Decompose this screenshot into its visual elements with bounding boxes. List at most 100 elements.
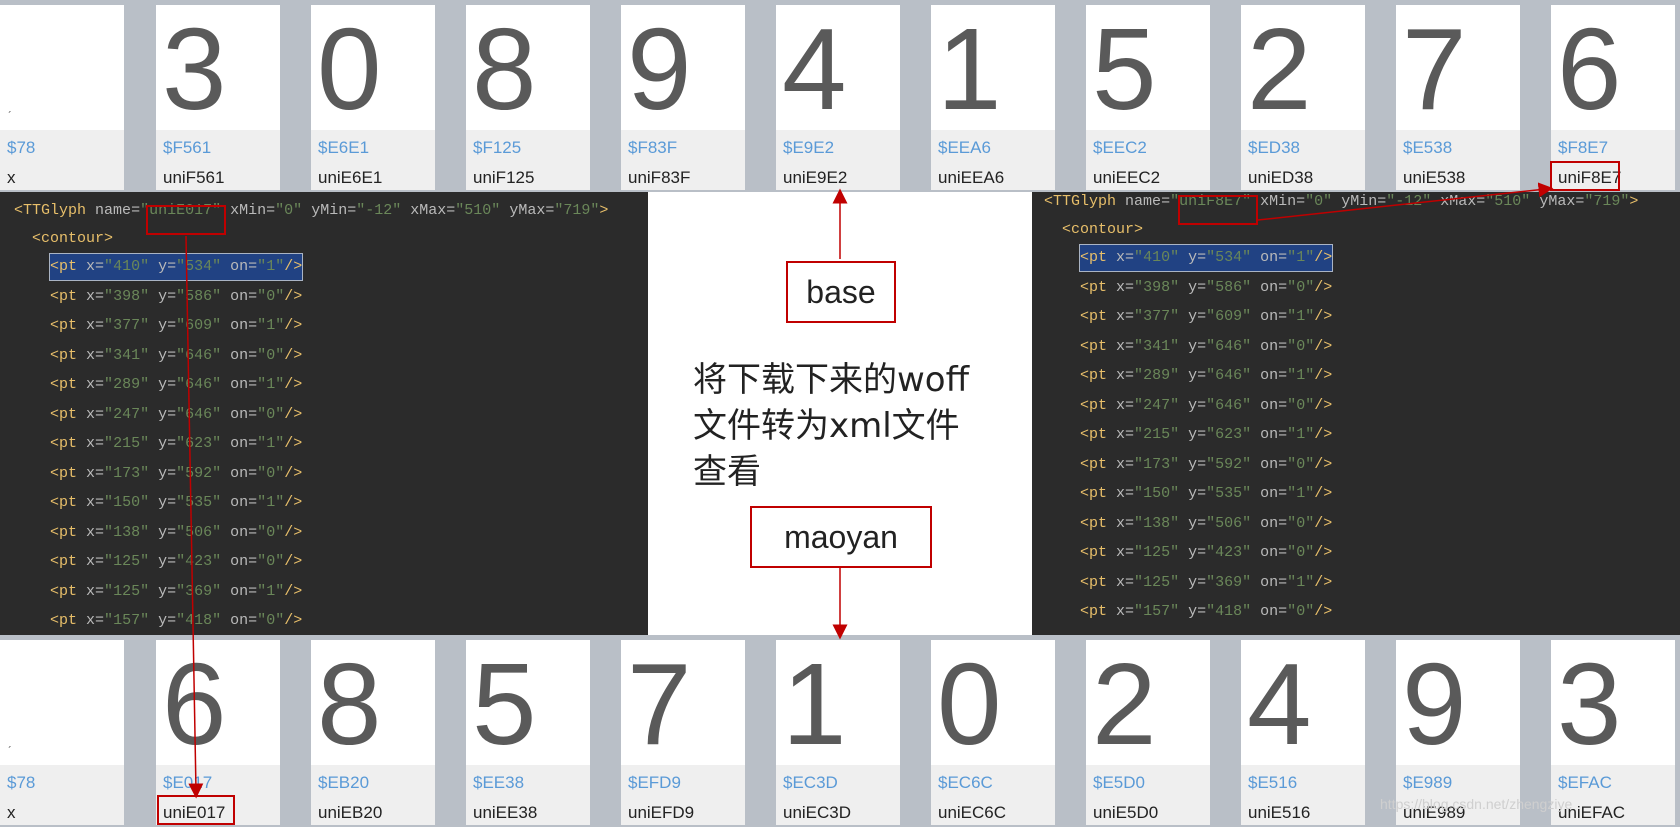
xml-pt-line[interactable]: <pt x="377" y="609" on="1"/> xyxy=(1080,304,1332,330)
xml-pt-value: 418 xyxy=(1215,603,1243,620)
xml-pt-line[interactable]: <pt x="247" y="646" on="0"/> xyxy=(1080,393,1332,419)
xml-pt-value: 0 xyxy=(1296,337,1306,355)
glyph-name: uniF125 xyxy=(473,168,535,187)
glyph-digit: 4 xyxy=(782,5,847,134)
xml-pt-value: 0 xyxy=(1296,396,1306,414)
xml-tag: pt xyxy=(59,582,78,600)
xml-pt-line[interactable]: <pt x="341" y="646" on="0"/> xyxy=(50,343,302,369)
glyph-digit: 3 xyxy=(1557,640,1622,769)
glyph-info: $EFAC uniEFAC xyxy=(1551,765,1675,825)
glyph-cell[interactable]: 1 $EEA6 uniEEA6 xyxy=(931,5,1055,190)
glyph-cell[interactable]: 1 $EC3D uniEC3D xyxy=(776,640,900,825)
xml-pt-value: 369 xyxy=(1215,573,1243,591)
xml-pt-value: 646 xyxy=(1215,396,1243,414)
xml-pt-value: 0 xyxy=(266,405,276,423)
xml-pt-line[interactable]: <pt x="173" y="592" on="0"/> xyxy=(1080,452,1332,478)
xml-pt-line[interactable]: <pt x="125" y="423" on="0"/> xyxy=(50,549,302,575)
glyph-cell[interactable]: 4 $E516 uniE516 xyxy=(1241,640,1365,825)
xml-pt-line[interactable]: <pt x="138" y="506" on="0"/> xyxy=(50,520,302,546)
xml-tag: pt xyxy=(1089,278,1108,296)
glyph-digit: 7 xyxy=(627,640,692,769)
xml-pt-value: 506 xyxy=(1215,514,1243,532)
xml-tag: pt xyxy=(1089,367,1108,384)
xml-pt-value: 125 xyxy=(1143,573,1171,591)
glyph-name: uniEC3D xyxy=(783,803,852,822)
glyph-digit: 7 xyxy=(1402,5,1467,134)
xml-pt-value: 1 xyxy=(266,582,276,600)
xml-tag: pt xyxy=(59,287,78,305)
glyph-cell[interactable]: 4 $E9E2 uniE9E2 xyxy=(776,5,900,190)
xml-pt-line[interactable]: <pt x="410" y="534" on="1"/> xyxy=(48,253,304,281)
glyph-cell[interactable]: 7 $E538 uniE538 xyxy=(1396,5,1520,190)
watermark: https://blog.csdn.net/zhengziye xyxy=(1380,796,1573,812)
glyph-cell[interactable]: 7 $EFD9 uniEFD9 xyxy=(621,640,745,825)
glyph-info: $E516 uniE516 xyxy=(1241,765,1365,825)
xml-pt-line[interactable]: <pt x="398" y="586" on="0"/> xyxy=(50,284,302,310)
xml-pt-line[interactable]: <pt x="125" y="369" on="1"/> xyxy=(1080,570,1332,596)
xml-pt-value: 157 xyxy=(1143,603,1171,620)
glyph-code: $78 xyxy=(7,773,36,792)
xml-pt-line[interactable]: <pt x="173" y="592" on="0"/> xyxy=(50,461,302,487)
glyph-cell[interactable]: 9 $F83F uniF83F xyxy=(621,5,745,190)
glyph-cell[interactable]: 2 $ED38 uniED38 xyxy=(1241,5,1365,190)
xml-pt-line[interactable]: <pt x="150" y="535" on="1"/> xyxy=(50,490,302,516)
xml-pt-line[interactable]: <pt x="150" y="535" on="1"/> xyxy=(1080,481,1332,507)
xml-pt-value: 1 xyxy=(1296,308,1306,325)
glyph-digit: 6 xyxy=(1557,5,1622,134)
xml-tag: TTGlyph xyxy=(23,202,87,219)
glyph-cell[interactable]: 5 $EE38 uniEE38 xyxy=(466,640,590,825)
glyph-digit: 3 xyxy=(162,5,227,134)
xml-contour-line: <contour> xyxy=(32,230,114,247)
xml-pt-value: 0 xyxy=(1296,603,1306,620)
xml-bound-value: -12 xyxy=(1395,193,1423,210)
glyph-cell[interactable]: 5 $EEC2 uniEEC2 xyxy=(1086,5,1210,190)
description-line: 查看 xyxy=(693,452,761,492)
xml-pt-line[interactable]: <pt x="125" y="369" on="1"/> xyxy=(50,579,302,605)
xml-pt-line[interactable]: <pt x="289" y="646" on="1"/> xyxy=(50,372,302,398)
xml-tag: pt xyxy=(1089,337,1108,355)
glyph-name: uniF561 xyxy=(163,168,225,187)
glyph-digit: 0 xyxy=(317,5,382,134)
xml-pt-line[interactable]: <pt x="157" y="418" on="0"/> xyxy=(1080,599,1332,625)
xml-pt-line[interactable]: <pt x="289" y="646" on="1"/> xyxy=(1080,363,1332,389)
xml-pt-value: 341 xyxy=(1143,337,1171,355)
xml-pt-line[interactable]: <pt x="215" y="623" on="1"/> xyxy=(1080,422,1332,448)
base-glyph-row: ˏ $78 x 3 $F561 uniF561 0 $E6E1 uniE6E1 8 $F125 uni… xyxy=(0,0,1680,192)
xml-pt-value: 398 xyxy=(1143,278,1171,296)
xml-bound-value: 510 xyxy=(464,202,492,219)
xml-pt-line[interactable]: <pt x="410" y="534" on="1"/> xyxy=(1078,244,1334,272)
glyph-cell[interactable]: 3 $F561 uniF561 xyxy=(156,5,280,190)
description-text: 将下载下来的woff 文件转为xml文件 查看 xyxy=(693,357,1023,495)
glyph-cell[interactable]: 0 $EC6C uniEC6C xyxy=(931,640,1055,825)
xml-pt-line[interactable]: <pt x="341" y="646" on="0"/> xyxy=(1080,334,1332,360)
xml-pt-line[interactable]: <pt x="157" y="418" on="0"/> xyxy=(50,608,302,634)
description-line: 将下载下来的woff xyxy=(693,360,970,400)
glyph-cell[interactable]: 8 $F125 uniF125 xyxy=(466,5,590,190)
glyph-code: $EE38 xyxy=(473,773,525,792)
glyph-info: $E989 uniE989 xyxy=(1396,765,1520,825)
glyph-cell[interactable]: 0 $E6E1 uniE6E1 xyxy=(311,5,435,190)
empty-glyph-mark: ˏ xyxy=(7,732,12,748)
glyph-cell[interactable]: ˏ $78 x xyxy=(0,5,124,190)
xml-contour-line: <contour> xyxy=(1062,221,1144,238)
xml-pt-line[interactable]: <pt x="215" y="623" on="1"/> xyxy=(50,431,302,457)
glyph-info: $78 x xyxy=(0,130,124,190)
xml-pt-value: 247 xyxy=(1143,396,1171,414)
xml-pt-value: 369 xyxy=(185,582,213,600)
xml-pt-line[interactable]: <pt x="125" y="423" on="0"/> xyxy=(1080,540,1332,566)
xml-pt-line[interactable]: <pt x="247" y="646" on="0"/> xyxy=(50,402,302,428)
xml-pt-line[interactable]: <pt x="377" y="609" on="1"/> xyxy=(50,313,302,339)
glyph-cell[interactable]: ˏ $78 x xyxy=(0,640,124,825)
highlight-maoyan-name xyxy=(157,795,235,825)
glyph-cell[interactable]: 2 $E5D0 uniE5D0 xyxy=(1086,640,1210,825)
glyph-cell[interactable]: 8 $EB20 uniEB20 xyxy=(311,640,435,825)
xml-pt-value: 1 xyxy=(266,258,276,275)
xml-pt-line[interactable]: <pt x="398" y="586" on="0"/> xyxy=(1080,275,1332,301)
xml-pt-value: 410 xyxy=(113,258,141,275)
glyph-name: x xyxy=(7,803,16,822)
glyph-info: $F83F uniF83F xyxy=(621,130,745,190)
xml-pt-line[interactable]: <pt x="138" y="506" on="0"/> xyxy=(1080,511,1332,537)
xml-tag: pt xyxy=(1089,514,1108,532)
xml-pt-value: 125 xyxy=(113,553,141,570)
glyph-digit: 9 xyxy=(1402,640,1467,769)
